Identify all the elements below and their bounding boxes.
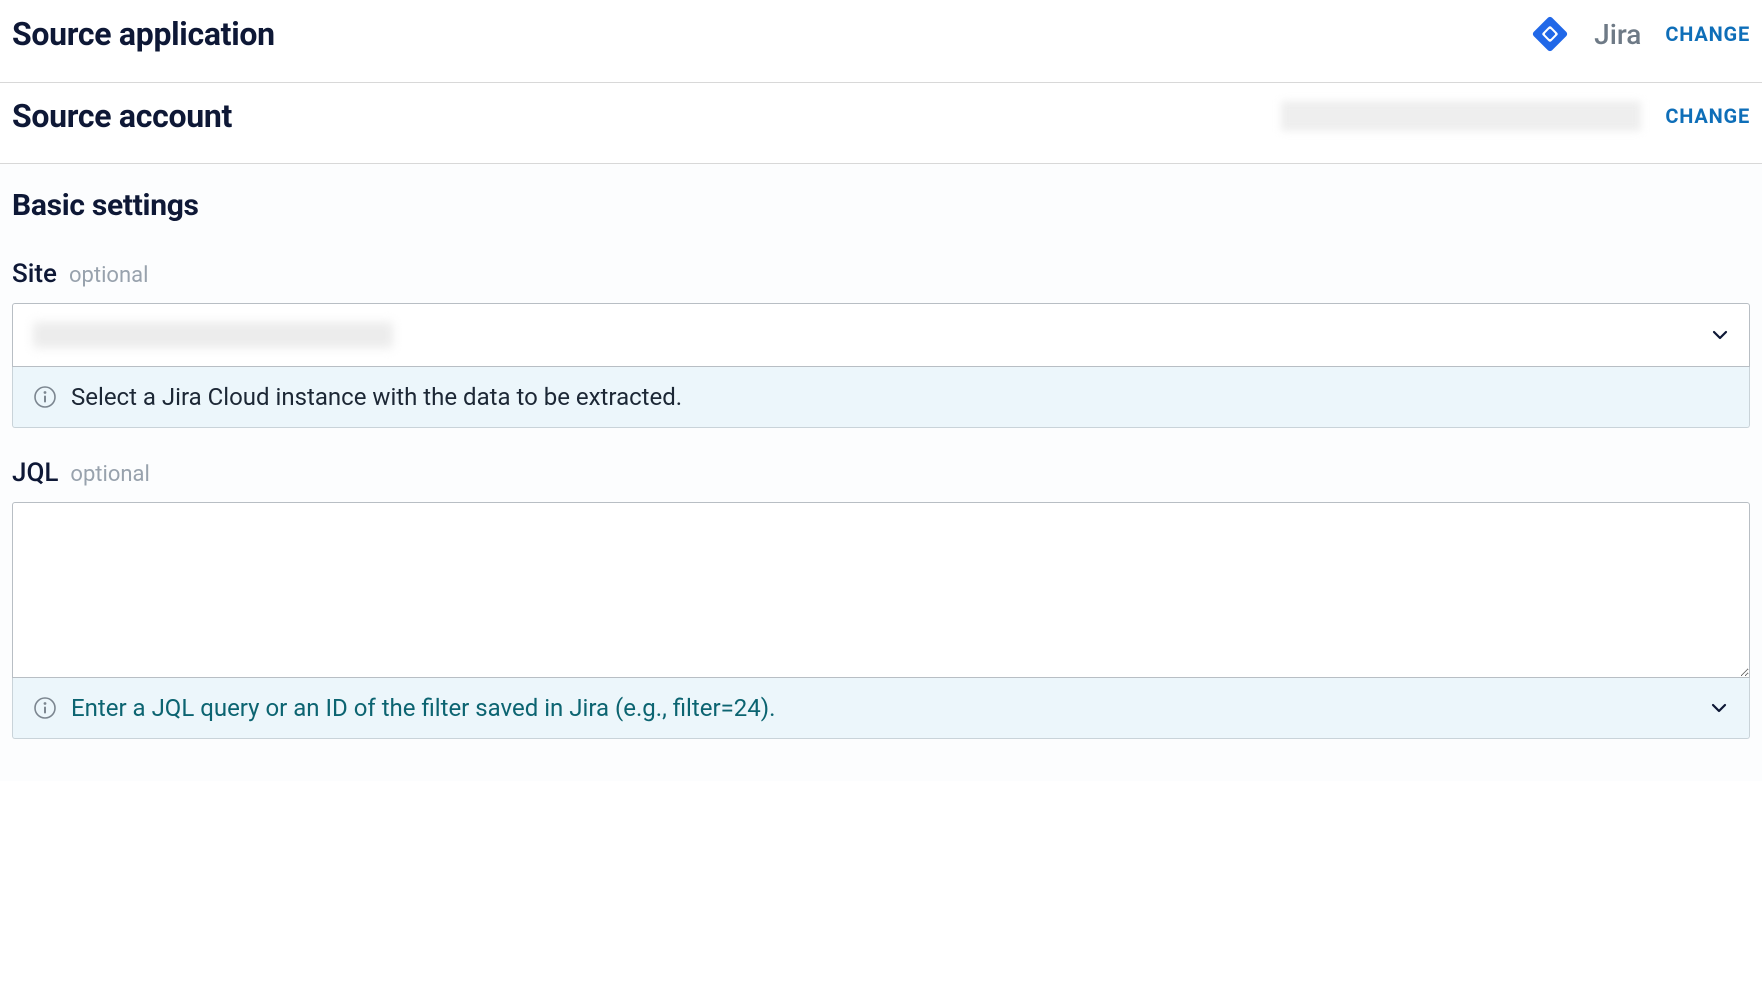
- source-application-title: Source application: [12, 15, 275, 53]
- site-help-text: Select a Jira Cloud instance with the da…: [71, 383, 682, 411]
- jira-icon: [1530, 14, 1570, 54]
- source-account-value-redacted: [1281, 101, 1641, 131]
- source-account-right: CHANGE: [1281, 101, 1750, 131]
- basic-settings-title: Basic settings: [12, 188, 1750, 223]
- source-application-row: Source application Jira CHANGE: [12, 14, 1750, 54]
- source-application-right: Jira CHANGE: [1530, 14, 1750, 54]
- jql-help-text: Enter a JQL query or an ID of the filter…: [71, 694, 775, 722]
- site-field-group: Site optional Select a Jira Cloud instan…: [12, 259, 1750, 428]
- source-account-row: Source account CHANGE: [12, 97, 1750, 135]
- jql-optional-badge: optional: [70, 462, 149, 487]
- site-label: Site: [12, 259, 57, 289]
- jql-label: JQL: [12, 458, 58, 488]
- info-icon: [33, 696, 57, 720]
- jql-help-left: Enter a JQL query or an ID of the filter…: [33, 694, 775, 722]
- jql-label-row: JQL optional: [12, 458, 1750, 488]
- source-account-title: Source account: [12, 97, 232, 135]
- jql-help-row[interactable]: Enter a JQL query or an ID of the filter…: [12, 678, 1750, 739]
- source-account-section: Source account CHANGE: [0, 83, 1762, 164]
- chevron-down-icon: [1709, 698, 1729, 718]
- source-application-name: Jira: [1594, 18, 1641, 51]
- change-application-button[interactable]: CHANGE: [1665, 22, 1750, 46]
- site-optional-badge: optional: [69, 263, 148, 288]
- jql-textarea-wrap: [12, 502, 1750, 678]
- change-account-button[interactable]: CHANGE: [1665, 104, 1750, 128]
- jql-textarea[interactable]: [12, 502, 1750, 678]
- site-help-row: Select a Jira Cloud instance with the da…: [12, 367, 1750, 428]
- site-label-row: Site optional: [12, 259, 1750, 289]
- jql-field-group: JQL optional Enter a JQL query or an ID …: [12, 458, 1750, 739]
- info-icon: [33, 385, 57, 409]
- source-application-section: Source application Jira CHANGE: [0, 0, 1762, 83]
- basic-settings-section: Basic settings Site optional Select a Ji…: [0, 164, 1762, 781]
- site-select-wrap: [12, 303, 1750, 367]
- site-select[interactable]: [12, 303, 1750, 367]
- site-select-value-redacted: [33, 322, 393, 348]
